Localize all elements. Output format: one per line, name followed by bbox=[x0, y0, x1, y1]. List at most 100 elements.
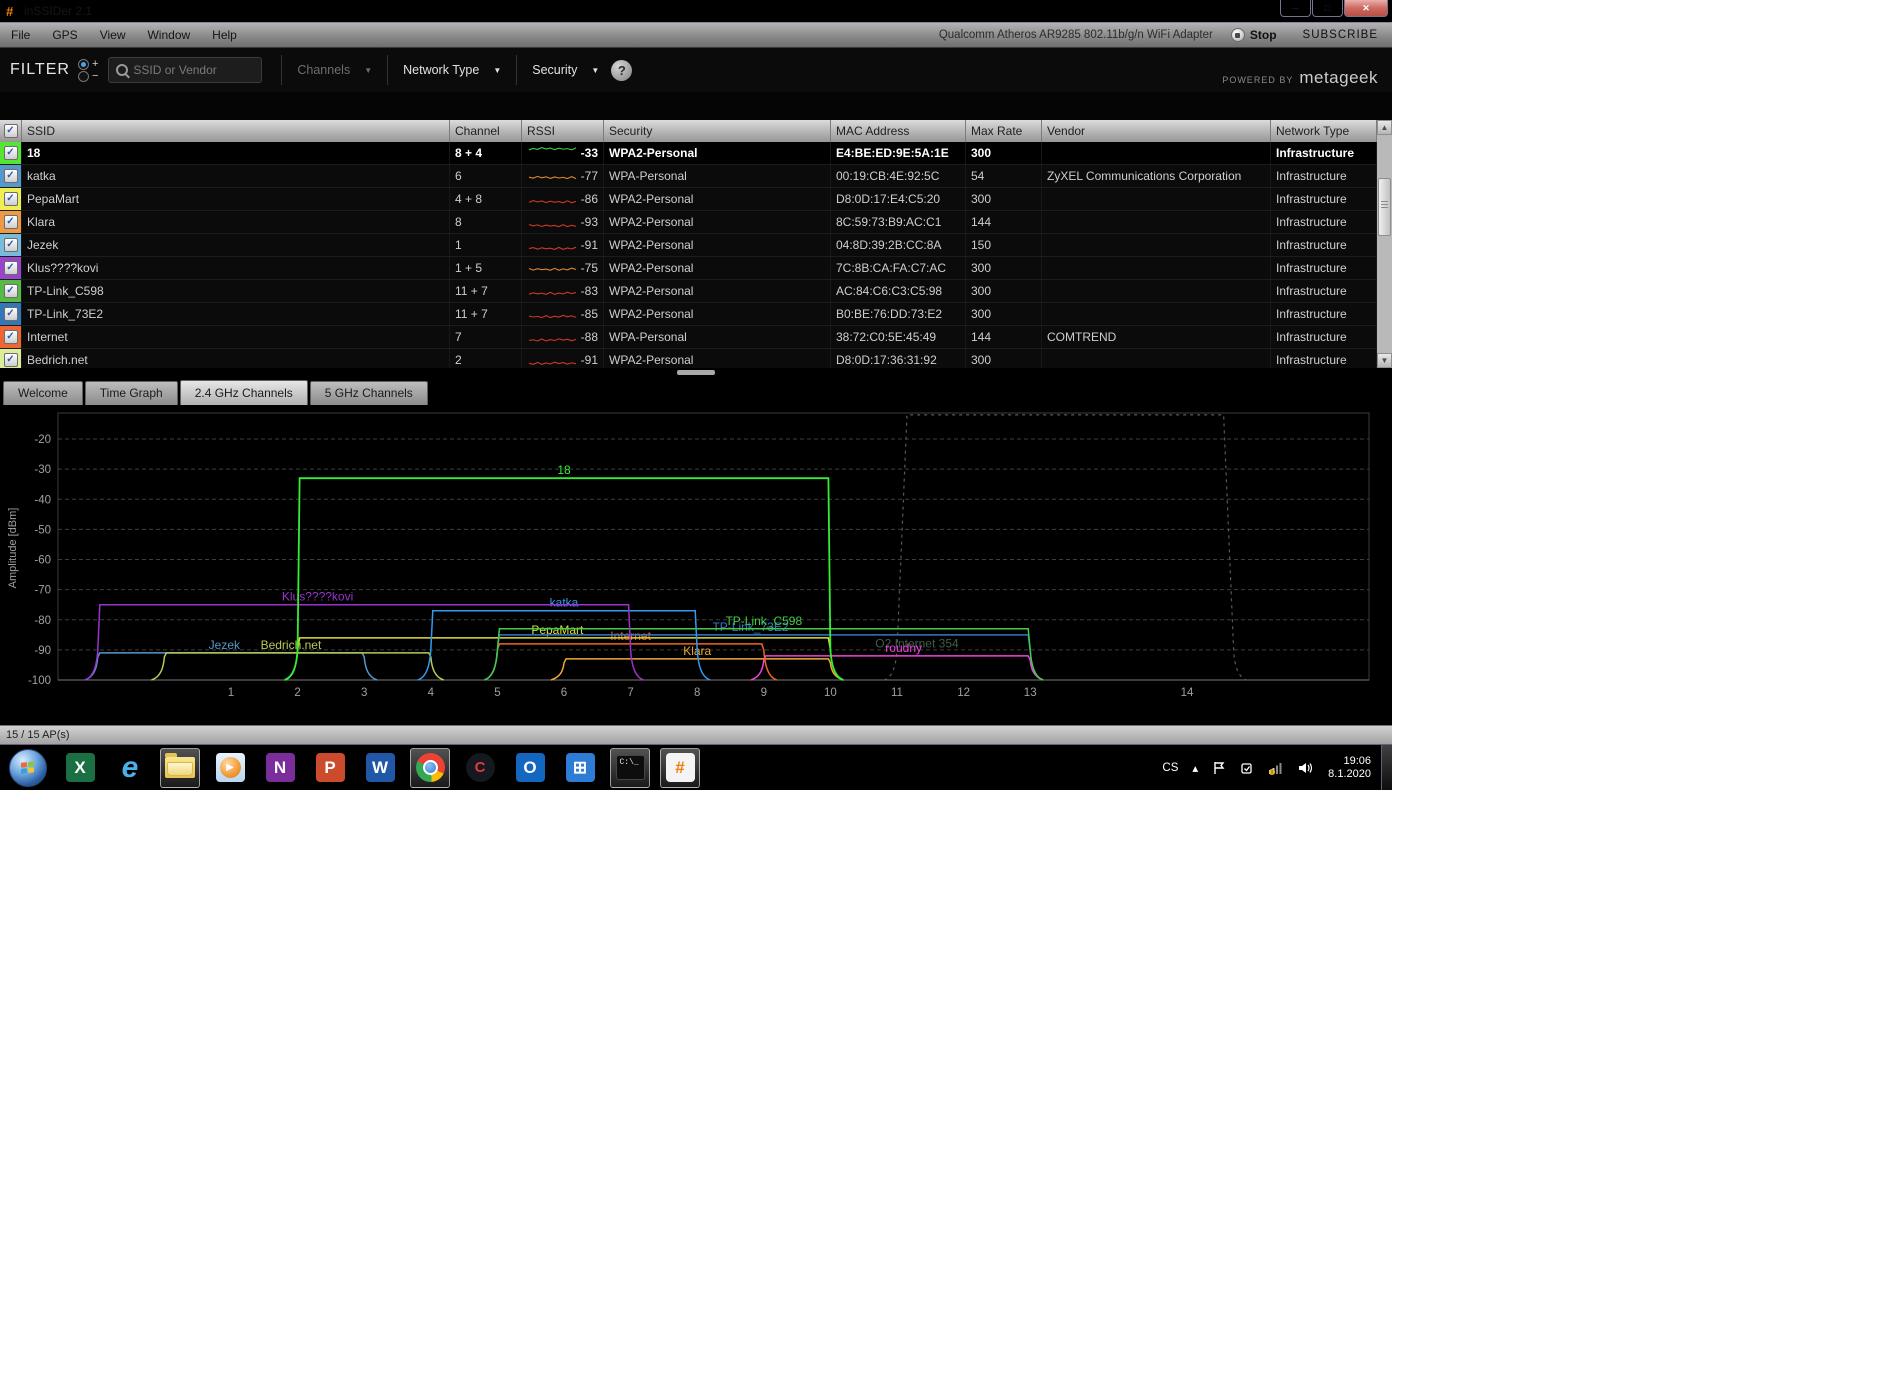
max-rate-cell: 150 bbox=[966, 234, 1042, 256]
table-row[interactable]: ✓PepaMart4 + 8-86WPA2-PersonalD8:0D:17:E… bbox=[0, 188, 1392, 211]
table-row[interactable]: ✓188 + 4-33WPA2-PersonalE4:BE:ED:9E:5A:1… bbox=[0, 142, 1392, 165]
channel-cell: 4 + 8 bbox=[450, 188, 522, 210]
tab-time-graph[interactable]: Time Graph bbox=[85, 381, 178, 405]
taskbar-powerpoint[interactable]: P bbox=[310, 748, 350, 788]
taskbar-ccleaner[interactable]: C bbox=[460, 748, 500, 788]
scroll-up-button[interactable]: ▲ bbox=[1377, 120, 1392, 135]
taskbar-screen-app[interactable]: ⊞ bbox=[560, 748, 600, 788]
security-cell: WPA2-Personal bbox=[604, 280, 831, 302]
volume-icon[interactable] bbox=[1298, 761, 1313, 775]
checkbox[interactable]: ✓ bbox=[4, 215, 18, 229]
filter-label: FILTER bbox=[10, 61, 70, 79]
column-header-channel[interactable]: Channel bbox=[450, 120, 522, 142]
taskbar-inssider[interactable]: # bbox=[660, 748, 700, 788]
table-row[interactable]: ✓katka6-77WPA-Personal00:19:CB:4E:92:5C5… bbox=[0, 165, 1392, 188]
header-checkbox-cell[interactable]: ✓ bbox=[0, 120, 22, 142]
tab-bar: WelcomeTime Graph2.4 GHz Channels5 GHz C… bbox=[0, 378, 1392, 405]
checkbox[interactable]: ✓ bbox=[4, 238, 18, 252]
table-row[interactable]: ✓Klus????kovi1 + 5-75WPA2-Personal7C:8B:… bbox=[0, 257, 1392, 280]
dropdown-security[interactable]: Security▼ bbox=[526, 63, 605, 77]
checkbox[interactable]: ✓ bbox=[4, 169, 18, 183]
table-scrollbar[interactable]: ▲ ▼ bbox=[1377, 120, 1392, 368]
vendor-cell bbox=[1042, 303, 1271, 325]
adapter-selector[interactable]: Qualcomm Atheros AR9285 802.11b/g/n WiFi… bbox=[939, 29, 1213, 41]
taskbar-outlook[interactable]: O bbox=[510, 748, 550, 788]
taskbar-command-prompt[interactable]: C:\_ bbox=[610, 748, 650, 788]
start-button[interactable] bbox=[9, 749, 47, 787]
menu-item-help[interactable]: Help bbox=[201, 23, 248, 47]
taskbar-chrome[interactable] bbox=[410, 748, 450, 788]
checkbox[interactable]: ✓ bbox=[4, 146, 18, 160]
chevron-down-icon: ▼ bbox=[364, 66, 372, 75]
dropdown-channels[interactable]: Channels▼ bbox=[291, 63, 378, 77]
gap-strip bbox=[0, 92, 1392, 120]
vendor-cell bbox=[1042, 234, 1271, 256]
minimize-button[interactable]: ─ bbox=[1280, 0, 1311, 17]
column-header-max-rate[interactable]: Max Rate bbox=[966, 120, 1042, 142]
column-header-security[interactable]: Security bbox=[604, 120, 831, 142]
checkbox[interactable]: ✓ bbox=[4, 192, 18, 206]
taskbar-excel[interactable]: X bbox=[60, 748, 100, 788]
column-header-rssi[interactable]: RSSI bbox=[522, 120, 604, 142]
checkbox[interactable]: ✓ bbox=[4, 284, 18, 298]
checkbox[interactable]: ✓ bbox=[4, 307, 18, 321]
mac-cell: B0:BE:76:DD:73:E2 bbox=[831, 303, 966, 325]
taskbar-word[interactable]: W bbox=[360, 748, 400, 788]
gps-filter-toggle[interactable]: + − bbox=[78, 58, 98, 82]
table-row[interactable]: ✓Jezek1-91WPA2-Personal04:8D:39:2B:CC:8A… bbox=[0, 234, 1392, 257]
checkbox[interactable]: ✓ bbox=[4, 353, 18, 367]
language-indicator[interactable]: CS bbox=[1162, 762, 1178, 774]
taskbar-media-player[interactable]: ▶ bbox=[210, 748, 250, 788]
channels-chart-panel: -20-30-40-50-60-70-80-90-100123456789101… bbox=[0, 405, 1392, 725]
max-rate-cell: 300 bbox=[966, 303, 1042, 325]
menu-item-file[interactable]: File bbox=[0, 23, 41, 47]
show-hidden-icons-chevron[interactable]: ▴ bbox=[1192, 761, 1198, 775]
table-row[interactable]: ✓Klara8-93WPA2-Personal8C:59:73:B9:AC:C1… bbox=[0, 211, 1392, 234]
clock[interactable]: 19:06 8.1.2020 bbox=[1328, 755, 1371, 781]
column-header-network-type[interactable]: Network Type bbox=[1271, 120, 1377, 142]
rssi-sparkline bbox=[527, 192, 577, 207]
taskbar-onenote[interactable]: N bbox=[260, 748, 300, 788]
stop-button[interactable]: Stop bbox=[1231, 28, 1277, 42]
table-row[interactable]: ✓TP-Link_73E211 + 7-85WPA2-PersonalB0:BE… bbox=[0, 303, 1392, 326]
dropdown-network-type[interactable]: Network Type▼ bbox=[397, 63, 507, 77]
splitter-grip[interactable] bbox=[677, 370, 715, 375]
menu-item-window[interactable]: Window bbox=[136, 23, 201, 47]
checkbox[interactable]: ✓ bbox=[4, 124, 18, 138]
checkbox[interactable]: ✓ bbox=[4, 261, 18, 275]
tab-2-4-ghz-channels[interactable]: 2.4 GHz Channels bbox=[180, 380, 308, 405]
rssi-cell: -85 bbox=[522, 303, 604, 325]
maximize-button[interactable]: □ bbox=[1312, 0, 1343, 17]
search-input[interactable] bbox=[131, 62, 245, 78]
scroll-thumb[interactable] bbox=[1378, 178, 1391, 236]
column-header-ssid[interactable]: SSID bbox=[22, 120, 450, 142]
close-button[interactable]: ✕ bbox=[1344, 0, 1388, 17]
scroll-down-button[interactable]: ▼ bbox=[1377, 353, 1392, 368]
checkbox[interactable]: ✓ bbox=[4, 330, 18, 344]
menu-item-view[interactable]: View bbox=[89, 23, 137, 47]
action-center-flag-icon[interactable] bbox=[1212, 761, 1226, 775]
vendor-cell bbox=[1042, 257, 1271, 279]
powered-by: POWERED BY metageek bbox=[1222, 68, 1378, 92]
tab-welcome[interactable]: Welcome bbox=[3, 381, 83, 405]
column-header-vendor[interactable]: Vendor bbox=[1042, 120, 1271, 142]
table-row[interactable]: ✓TP-Link_C59811 + 7-83WPA2-PersonalAC:84… bbox=[0, 280, 1392, 303]
help-button[interactable]: ? bbox=[611, 60, 632, 81]
tab-5-ghz-channels[interactable]: 5 GHz Channels bbox=[310, 381, 428, 405]
column-header-mac-address[interactable]: MAC Address bbox=[831, 120, 966, 142]
taskbar-file-explorer[interactable] bbox=[160, 748, 200, 788]
safely-remove-icon[interactable] bbox=[1240, 761, 1254, 775]
splitter[interactable] bbox=[0, 368, 1392, 378]
svg-text:-70: -70 bbox=[34, 585, 51, 597]
network-signal-warning-icon[interactable]: ! bbox=[1268, 761, 1284, 775]
show-desktop-button[interactable] bbox=[1381, 745, 1392, 790]
search-box[interactable] bbox=[108, 57, 262, 83]
taskbar-internet-explorer[interactable]: e bbox=[110, 748, 150, 788]
table-row[interactable]: ✓Internet7-88WPA-Personal38:72:C0:5E:45:… bbox=[0, 326, 1392, 349]
subscribe-button[interactable]: SUBSCRIBE bbox=[1303, 29, 1378, 41]
network-type-cell: Infrastructure bbox=[1271, 211, 1377, 233]
rssi-cell: -75 bbox=[522, 257, 604, 279]
max-rate-cell: 300 bbox=[966, 280, 1042, 302]
network-curve-Jezek bbox=[85, 653, 377, 680]
menu-item-gps[interactable]: GPS bbox=[41, 23, 88, 47]
